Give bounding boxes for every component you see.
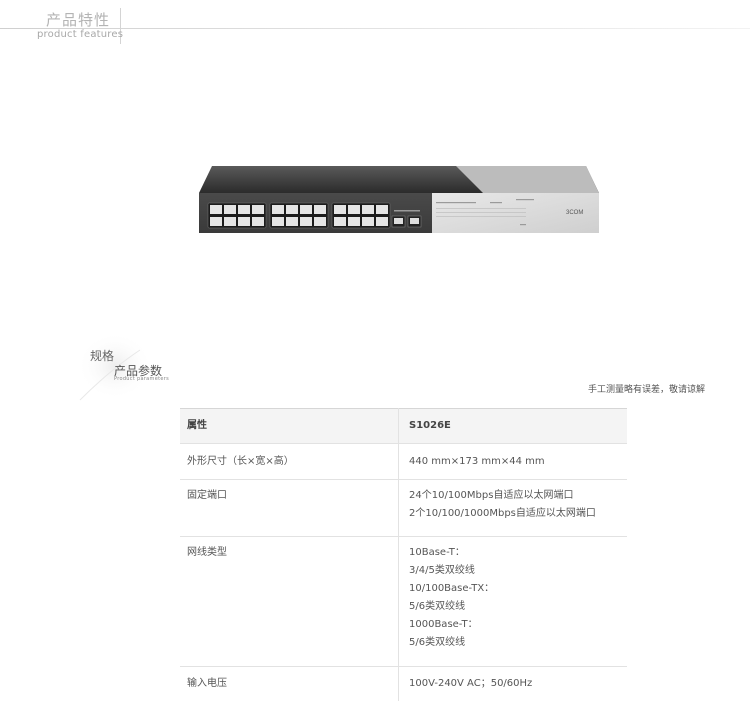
row-value: 10Base-T： 3/4/5类双绞线 10/100Base-TX： 5/6类双… [399,537,628,667]
row-value-line: 10/100Base-TX： [409,580,627,598]
table-header-row: 属性 S1026E [180,409,627,444]
row-value-line: 5/6类双绞线 [409,634,627,652]
header-attr: 属性 [180,409,399,444]
spec-subtitle-en: Product parameters [114,376,169,382]
table-row: 网线类型 10Base-T： 3/4/5类双绞线 10/100Base-TX： … [180,537,627,667]
row-value-line: 10Base-T： [409,544,627,562]
table-row: 固定端口 24个10/100Mbps自适应以太网端口 2个10/100/1000… [180,480,627,537]
section-subtitle: product features [37,29,123,40]
row-value-line: 3/4/5类双绞线 [409,562,627,580]
row-value-line: 440 mm×173 mm×44 mm [409,444,627,479]
row-value-line: 24个10/100Mbps自适应以太网端口 [409,487,627,505]
row-value-line: 2个10/100/1000Mbps自适应以太网端口 [409,505,627,523]
measurement-note: 手工测量略有误差，敬请谅解 [588,382,705,395]
row-value-line: 100V-240V AC；50/60Hz [409,667,627,701]
header-model: S1026E [399,409,628,444]
row-value: 24个10/100Mbps自适应以太网端口 2个10/100/1000Mbps自… [399,480,628,537]
row-attr: 外形尺寸（长×宽×高） [180,444,399,480]
spec-table: 属性 S1026E 外形尺寸（长×宽×高） 440 mm×173 mm×44 m… [180,408,627,701]
section-title: 产品特性 [46,9,110,30]
switch-illustration: 3COM [198,166,600,236]
table-row: 外形尺寸（长×宽×高） 440 mm×173 mm×44 mm [180,444,627,480]
row-attr: 网线类型 [180,537,399,667]
network-switch-image: 3COM [198,166,600,240]
row-value-line: 5/6类双绞线 [409,598,627,616]
row-value: 440 mm×173 mm×44 mm [399,444,628,480]
spec-title: 规格 [90,347,114,364]
row-attr: 固定端口 [180,480,399,537]
brand-logo: 3COM [566,210,583,216]
row-value-line: 1000Base-T： [409,616,627,634]
